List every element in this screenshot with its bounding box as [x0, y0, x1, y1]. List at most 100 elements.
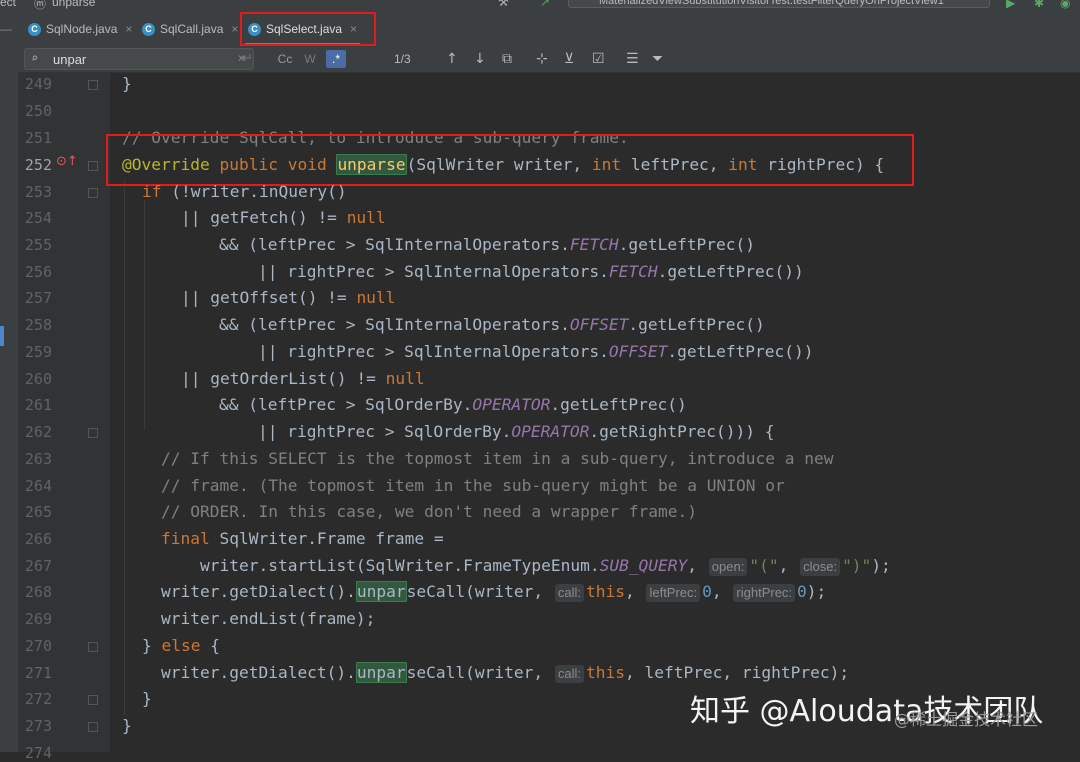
- code-text: .getRightPrec())) {: [589, 422, 775, 441]
- code-text: || getFetch() !=: [181, 208, 347, 227]
- parameter-hint: rightPrec:: [733, 584, 796, 602]
- code-text: }: [142, 689, 152, 708]
- fold-marker-icon[interactable]: [88, 188, 98, 198]
- code-text: writer.getDialect().: [161, 663, 356, 682]
- code-text: && (leftPrec > SqlInternalOperators.: [219, 315, 570, 334]
- code-keyword: if: [142, 182, 162, 201]
- select-all-occurrences-icon[interactable]: ⧉: [502, 50, 512, 68]
- tab-sqlnode[interactable]: C SqlNode.java ×: [28, 16, 132, 42]
- tab-label: SqlSelect.java: [266, 22, 343, 36]
- close-icon[interactable]: ×: [350, 16, 357, 42]
- code-string: "(": [749, 556, 779, 575]
- line-number: 272: [24, 690, 52, 708]
- fold-marker-icon[interactable]: [88, 695, 98, 705]
- code-keyword: final: [161, 529, 210, 548]
- code-text: leftPrec,: [621, 155, 729, 174]
- find-field[interactable]: ⌕ ×: [24, 48, 254, 70]
- filter-icon[interactable]: ⏷: [652, 50, 663, 68]
- arrow-down-icon[interactable]: ↓: [474, 50, 486, 68]
- code-text: && (leftPrec > SqlOrderBy.: [219, 395, 473, 414]
- match-count: 1/3: [394, 52, 411, 66]
- code-comment: // If this SELECT is the topmost item in…: [161, 449, 834, 468]
- line-number: 263: [24, 450, 52, 468]
- arrow-up-icon[interactable]: ↑: [446, 50, 458, 68]
- parameter-hint: call:: [554, 584, 584, 602]
- code-line-255: && (leftPrec > SqlInternalOperators.FETC…: [219, 236, 755, 254]
- code-text: seCall: [406, 663, 466, 682]
- code-string: ")": [842, 556, 872, 575]
- debug-icon[interactable]: ✱: [1034, 0, 1046, 10]
- code-text: .getLeftPrec(): [618, 235, 756, 254]
- line-number: 252: [24, 156, 52, 174]
- code-comment: // frame. (The topmost item in the sub-q…: [161, 476, 785, 495]
- search-icon[interactable]: ⌕: [31, 51, 38, 65]
- fold-marker-icon[interactable]: [88, 428, 98, 438]
- code-text: {: [200, 636, 220, 655]
- git-icon[interactable]: ↗: [540, 0, 550, 9]
- line-number: 254: [24, 209, 52, 227]
- line-number: 262: [24, 423, 52, 441]
- class-icon: C: [28, 23, 41, 37]
- tab-sqlcall[interactable]: C SqlCall.java ×: [142, 16, 238, 42]
- close-icon[interactable]: ×: [125, 16, 132, 42]
- left-tool-strip: [0, 46, 18, 752]
- code-line-264: // frame. (The topmost item in the sub-q…: [161, 477, 785, 495]
- code-keyword: null: [356, 288, 396, 307]
- tab-label: SqlCall.java: [160, 22, 224, 36]
- whole-word-toggle[interactable]: W: [302, 50, 318, 68]
- code-line-265: // ORDER. In this case, we don't need a …: [161, 503, 697, 521]
- line-number: 270: [24, 637, 52, 655]
- code-line-263: // If this SELECT is the topmost item in…: [161, 450, 833, 468]
- code-text: || getOrderList() !=: [181, 369, 386, 388]
- code-keyword: int: [728, 155, 758, 174]
- code-line-252: @Override public void unparse(SqlWriter …: [122, 154, 884, 175]
- parameter-hint: close:: [800, 558, 841, 576]
- code-constant: OPERATOR: [472, 395, 551, 414]
- line-number: 264: [24, 477, 52, 495]
- fold-marker-icon[interactable]: [88, 642, 98, 652]
- line-number: 268: [24, 583, 52, 601]
- match-case-toggle[interactable]: Cc: [274, 50, 296, 68]
- add-occurrence-icon[interactable]: ⊹: [536, 50, 548, 68]
- breadcrumb-project[interactable]: ect: [0, 0, 16, 9]
- code-number: 0: [702, 582, 712, 601]
- search-match-highlight[interactable]: unpar: [355, 662, 407, 683]
- close-icon[interactable]: ×: [231, 16, 238, 42]
- override-method-icon[interactable]: ⊙↑: [56, 154, 78, 169]
- code-comment: // Override SqlCall, to introduce a sub-…: [122, 128, 629, 147]
- fold-marker-icon[interactable]: [88, 161, 98, 171]
- line-number: 253: [24, 183, 52, 201]
- search-input[interactable]: [53, 50, 233, 68]
- coverage-icon[interactable]: ◉: [1060, 0, 1072, 10]
- fold-marker-icon[interactable]: [88, 722, 98, 732]
- code-line-258: && (leftPrec > SqlInternalOperators.OFFS…: [219, 316, 765, 334]
- parameter-hint: open:: [708, 558, 748, 576]
- fold-marker-icon[interactable]: [88, 80, 98, 90]
- remove-occurrence-icon[interactable]: ⊻: [564, 50, 574, 68]
- run-configuration-select[interactable]: MaterializedViewSubstitutionVisitorTest.…: [568, 0, 990, 8]
- tab-sqlselect[interactable]: C SqlSelect.java ×: [244, 16, 361, 46]
- new-line-icon[interactable]: ↵: [242, 50, 253, 68]
- code-text: .getLeftPrec()): [667, 342, 814, 361]
- select-all-icon[interactable]: ☑: [592, 50, 605, 68]
- line-number: 260: [24, 370, 52, 388]
- code-keyword: public: [219, 155, 278, 174]
- line-number: 265: [24, 503, 52, 521]
- regex-toggle[interactable]: .*: [326, 50, 346, 68]
- tab-overflow[interactable]: —: [0, 16, 12, 42]
- code-constant: FETCH: [569, 235, 619, 254]
- code-line-249: }: [122, 75, 132, 93]
- search-match-highlight[interactable]: unparse: [336, 154, 407, 175]
- line-number: 269: [24, 610, 52, 628]
- tool-window-marker[interactable]: [0, 326, 4, 346]
- line-number: 258: [24, 316, 52, 334]
- code-keyword: this: [585, 663, 625, 682]
- hammer-icon[interactable]: ⚒: [498, 0, 509, 9]
- run-icon[interactable]: ▶: [1006, 0, 1018, 10]
- search-match-highlight[interactable]: unpar: [355, 581, 407, 602]
- filter-options-icon[interactable]: ☰: [626, 50, 639, 68]
- code-text: .getLeftPrec(): [628, 315, 765, 334]
- code-text: }: [122, 74, 132, 93]
- breadcrumb-method[interactable]: unparse: [52, 0, 95, 9]
- line-number: 256: [24, 263, 52, 281]
